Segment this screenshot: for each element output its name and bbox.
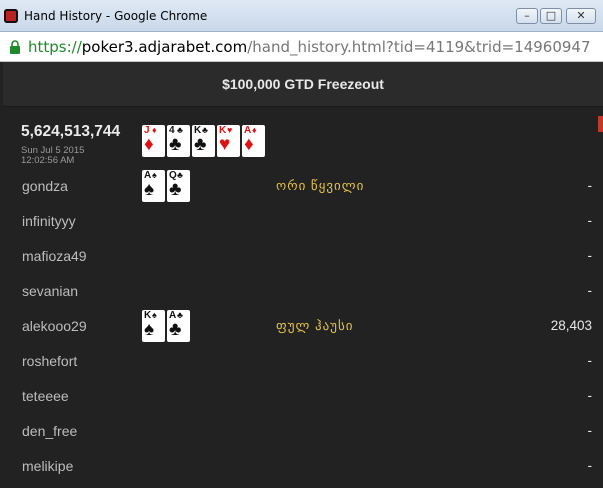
minimize-button[interactable]: –: [516, 8, 538, 24]
player-row: den_free -: [0, 416, 603, 451]
player-name: den_free: [22, 423, 78, 439]
url-text[interactable]: https://poker3.adjarabet.com/hand_histor…: [28, 38, 591, 56]
hand-datetime: Sun Jul 5 2015 12:02:56 AM: [21, 146, 84, 166]
header-bar: $100,000 GTD Freezeout: [3, 62, 603, 107]
player-name: melikipe: [22, 458, 74, 474]
hand-time: 12:02:56 AM: [21, 155, 75, 166]
card-suit-icon: ♣: [194, 134, 207, 155]
win-amount: -: [587, 248, 593, 263]
player-name: mafioza49: [22, 248, 87, 264]
win-amount: -: [587, 458, 593, 473]
player-row: melikipe -: [0, 451, 603, 486]
board-card: 4 ♣ ♣: [167, 125, 190, 157]
page-content: $100,000 GTD Freezeout 5,624,513,744 Sun…: [0, 62, 603, 488]
player-row: gondza A ♠ ♠ Q ♣ ♣ ორი წყვილი -: [0, 170, 603, 206]
card-suit-icon: ♥: [219, 134, 231, 155]
player-name: alekooo29: [22, 318, 87, 334]
hole-card: A ♠ ♠: [142, 170, 165, 202]
card-suit-icon: ♠: [144, 319, 155, 340]
player-name: sevanian: [22, 283, 79, 299]
address-bar[interactable]: https://poker3.adjarabet.com/hand_histor…: [0, 32, 603, 62]
board-card: K ♥ ♥: [217, 125, 240, 157]
player-name: roshefort: [22, 353, 78, 369]
hand-rank-label: ფულ ჰაუსი: [276, 318, 354, 333]
player-row: infinityyy -: [0, 206, 603, 241]
url-scheme: https://: [28, 38, 82, 56]
win-amount: -: [587, 213, 593, 228]
card-suit-icon: ♦: [244, 134, 254, 155]
card-suit-icon: ♣: [169, 134, 182, 155]
card-suit-icon: ♣: [169, 179, 182, 200]
scroll-indicator[interactable]: [598, 116, 603, 132]
player-row: roshefort -: [0, 346, 603, 381]
card-suit-icon: ♦: [144, 134, 154, 155]
url-host: poker3.adjarabet.com: [81, 38, 248, 56]
hole-card: A ♣ ♣: [167, 310, 190, 342]
app-icon: [4, 9, 18, 23]
win-amount: -: [587, 423, 593, 438]
player-row: teteeee -: [0, 381, 603, 416]
hand-rank-label: ორი წყვილი: [276, 178, 365, 193]
board-card: J ♦ ♦: [142, 125, 165, 157]
win-amount: -: [587, 353, 593, 368]
url-path: /hand_history.html?tid=4119&trid=1496094…: [247, 38, 591, 56]
player-row: sevanian -: [0, 276, 603, 311]
page-title: $100,000 GTD Freezeout: [222, 76, 384, 92]
card-suit-icon: ♠: [144, 179, 155, 200]
hole-card: K ♠ ♠: [142, 310, 165, 342]
player-name: teteeee: [22, 388, 69, 404]
win-amount: -: [587, 283, 593, 298]
player-row: mafioza49 -: [0, 241, 603, 276]
close-button[interactable]: ✕: [566, 8, 596, 24]
window-title: Hand History - Google Chrome: [24, 9, 208, 23]
player-row: alekooo29 K ♠ ♠ A ♣ ♣ ფულ ჰაუსი 28,403: [0, 310, 603, 346]
win-amount: -: [587, 178, 593, 193]
board-card: K ♣ ♣: [192, 125, 215, 157]
player-name: infinityyy: [22, 213, 76, 229]
player-name: gondza: [22, 178, 68, 194]
maximize-button[interactable]: □: [540, 8, 562, 24]
win-amount: 28,403: [550, 318, 592, 333]
board-card: A ♦ ♦: [242, 125, 265, 157]
lock-icon: [10, 40, 20, 54]
hole-card: Q ♣ ♣: [167, 170, 190, 202]
card-suit-icon: ♣: [169, 319, 182, 340]
window-titlebar: Hand History - Google Chrome – □ ✕: [0, 0, 603, 32]
hand-id: 5,624,513,744: [21, 123, 121, 140]
win-amount: -: [587, 388, 593, 403]
